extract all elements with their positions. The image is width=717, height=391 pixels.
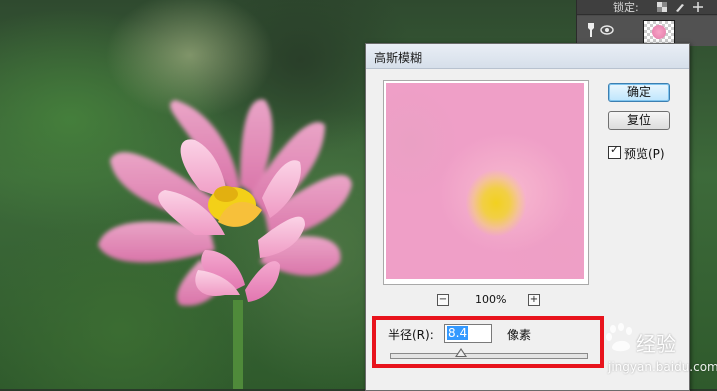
watermark-url: jingyan.baidu.com <box>608 360 717 374</box>
zoom-out-button[interactable]: − <box>437 294 449 306</box>
layer-row[interactable] <box>577 16 717 46</box>
eye-icon[interactable] <box>599 24 615 39</box>
layer-thumbnail[interactable] <box>643 20 675 44</box>
lock-label: 锁定: <box>613 1 639 14</box>
layers-lock-row: 锁定: <box>577 0 717 15</box>
blur-preview-image[interactable] <box>386 83 584 279</box>
brush-icon[interactable] <box>583 22 599 38</box>
watermark: 经验 jingyan.baidu.com <box>598 312 717 389</box>
layers-panel: 锁定: <box>576 0 717 46</box>
lock-brush-icon[interactable] <box>675 1 685 12</box>
lock-move-icon[interactable] <box>693 1 703 12</box>
zoom-level: 100% <box>475 293 507 306</box>
lock-transparent-icon[interactable] <box>657 1 667 12</box>
reset-button[interactable]: 复位 <box>608 111 670 130</box>
zoom-controls: − 100% + <box>383 292 587 308</box>
ok-button[interactable]: 确定 <box>608 83 670 102</box>
highlight-box <box>372 316 604 368</box>
watermark-text: 经验 <box>636 332 676 356</box>
dialog-titlebar[interactable]: 高斯模糊 <box>366 44 689 69</box>
zoom-in-button[interactable]: + <box>528 294 540 306</box>
preview-frame[interactable] <box>383 80 589 285</box>
paw-logo-icon <box>606 323 632 352</box>
checkmark-icon: ✓ <box>610 143 620 156</box>
preview-label: 预览(P) <box>624 147 665 161</box>
dialog-title: 高斯模糊 <box>374 51 423 65</box>
